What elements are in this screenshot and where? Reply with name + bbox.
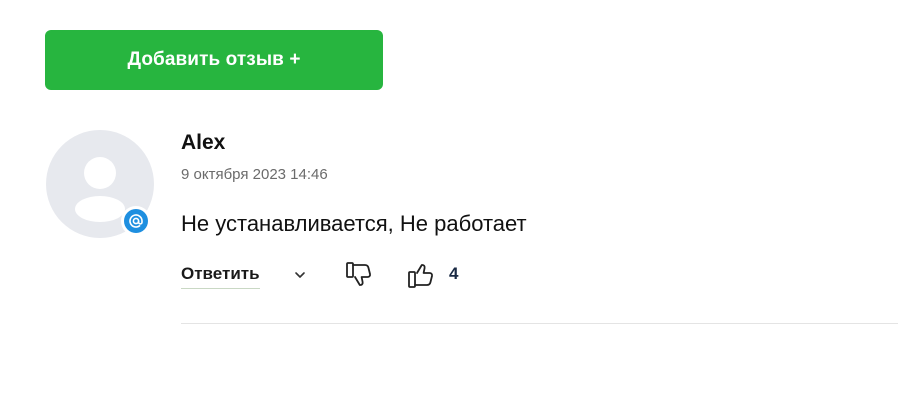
thumbs-up-icon[interactable] [405,259,441,291]
review-text: Не устанавливается, Не работает [181,211,527,236]
reply-button[interactable]: Ответить [181,264,260,289]
add-review-button[interactable]: Добавить отзыв + [45,30,383,90]
at-sign-icon [124,209,148,233]
divider [181,323,898,324]
avatar-badge [121,206,151,236]
chevron-down-icon[interactable] [291,266,309,284]
like-count: 4 [449,264,459,283]
thumbs-down-icon[interactable] [344,259,376,291]
review-author: Alex [181,131,226,154]
review-date: 9 октября 2023 14:46 [181,166,328,183]
